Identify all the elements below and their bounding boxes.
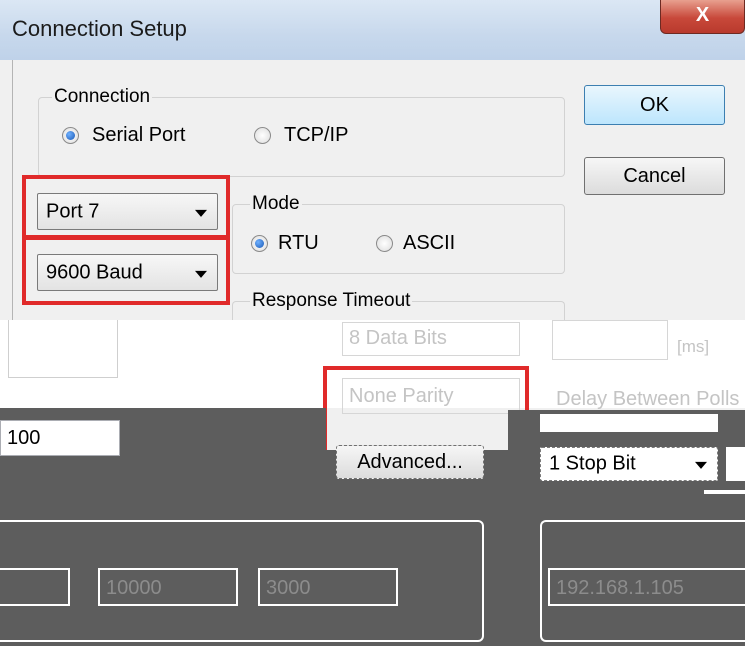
stop-bit-value: 1 Stop Bit [549,452,636,475]
mode-legend: Mode [250,193,302,215]
ascii-radio[interactable]: ASCII [376,232,486,256]
tcp-ip-label: TCP/IP [284,124,349,146]
tcp-ip-radio-dot [254,127,271,144]
ok-button[interactable]: OK [584,85,725,125]
ip-address-input[interactable]: 192.168.1.105 [548,568,745,606]
chevron-down-icon [195,270,207,278]
port-combo-value: Port 7 [46,200,100,222]
data-bits-combo-ghost: 8 Data Bits [342,322,520,356]
value-3000-input[interactable]: 3000 [258,568,398,606]
chevron-down-icon [195,209,207,217]
parity-combo-ghost: None Parity [342,378,520,414]
parity-value: None Parity [349,385,454,407]
response-timeout-legend: Response Timeout [250,290,413,312]
baud-combo[interactable]: 9600 Baud [37,254,218,291]
glitch-white-small [726,447,745,481]
advanced-button[interactable]: Advanced... [336,445,484,479]
delay-between-polls-legend: Delay Between Polls [556,388,740,410]
response-timeout-input[interactable] [552,320,668,360]
value-100-text: 100 [7,427,41,449]
close-icon: X [695,4,710,26]
title-bar: Connection Setup X [0,0,745,60]
rtu-radio[interactable]: RTU [251,232,351,256]
chevron-down-icon [695,461,707,469]
window-title: Connection Setup [12,16,187,41]
glitch-white-strip [704,490,745,494]
serial-port-radio[interactable]: Serial Port [62,124,222,148]
port-combo[interactable]: Port 7 [37,193,218,230]
close-button[interactable]: X [660,0,745,34]
glitch-frame-left [8,320,118,378]
ip-address-text: 192.168.1.105 [556,577,684,599]
baud-combo-value: 9600 Baud [46,261,143,283]
tcp-ip-radio[interactable]: TCP/IP [254,124,374,148]
ascii-radio-dot [376,235,393,252]
data-bits-value: 8 Data Bits [349,327,447,349]
serial-port-label: Serial Port [92,124,186,146]
connection-legend: Connection [52,86,153,108]
glitch-white-bottom [0,646,745,656]
value-10000-input[interactable]: 10000 [98,568,238,606]
value-10000-text: 10000 [106,577,162,599]
stop-bit-combo[interactable]: 1 Stop Bit [540,447,718,481]
value-3000-text: 3000 [266,577,311,599]
serial-port-radio-dot [62,127,79,144]
rtu-label: RTU [278,232,319,254]
value-100-input[interactable]: 100 [0,420,120,456]
glitch-white-right [540,414,718,432]
bottom-frame-left [0,520,484,642]
cancel-button[interactable]: Cancel [584,157,725,195]
field-input-1[interactable] [0,568,70,606]
response-timeout-unit: [ms] [677,337,710,356]
ascii-label: ASCII [403,232,456,254]
rtu-radio-dot [251,235,268,252]
